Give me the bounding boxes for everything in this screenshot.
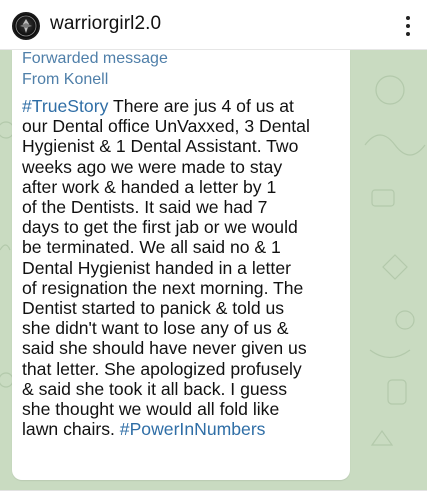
message-line: after work & handed a letter by 1 [22,176,277,197]
hashtag-powerinnumbers[interactable]: #PowerInNumbers [120,419,266,439]
message-line: lawn chairs. #PowerInNumbers [22,419,348,439]
username[interactable]: warriorgirl2.0 [50,13,161,35]
forwarded-from[interactable]: From Konell [22,71,108,89]
forwarded-label: Forwarded message [22,50,168,67]
message-text: #TrueStory There are jus 4 of us at our … [22,96,348,439]
more-dot [406,32,410,36]
more-vertical-icon[interactable] [403,14,413,38]
message-line: be terminated. We all said no & 1 [22,237,281,258]
avatar-emblem [15,15,37,37]
message-line: & said she took it all back. I guess [22,378,288,399]
message-line: our Dental office UnVaxxed, 3 Dental [22,116,310,137]
message-line-text: There are jus 4 of us at [108,96,294,116]
message-line: that letter. She apologized profusely [22,358,302,379]
message-line: Dental Hygienist handed in a letter [22,257,291,278]
hashtag-truestory[interactable]: #TrueStory [22,96,108,116]
post-header: warriorgirl2.0 [0,0,427,50]
message-line: said she should have never given us [22,338,307,359]
message-line: of resignation the next morning. The [22,277,304,298]
message-line: days to get the first jab or we would [22,217,298,238]
message-line: Dentist started to panick & told us [22,298,285,319]
message-line: of the Dentists. It said we had 7 [22,197,268,218]
more-dot [406,24,410,28]
more-dot [406,16,410,20]
message-line: #TrueStory There are jus 4 of us at [22,96,348,116]
message-line-text: lawn chairs. [22,419,120,440]
profile-avatar-icon[interactable] [12,12,40,40]
post-bottom-divider [0,490,427,500]
message-line: Hygienist & 1 Dental Assistant. Two [22,136,299,157]
message-line: she didn't want to lose any of us & [22,318,289,339]
message-line: she thought we would all fold like [22,399,280,420]
message-line: weeks ago we were made to stay [22,156,283,177]
